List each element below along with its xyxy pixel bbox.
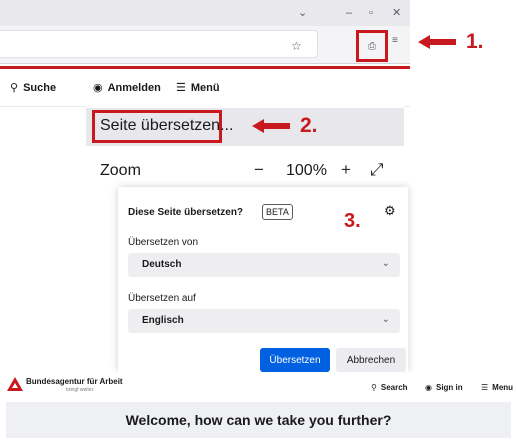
translate-dialog: Diese Seite übersetzen? BETA ⚙ Übersetze… xyxy=(118,187,408,372)
fullscreen-icon[interactable]: ⤢ xyxy=(370,160,384,180)
browser-titlebar: ⌄ – ▫ ✕ xyxy=(0,0,410,26)
callout-1: 1. xyxy=(466,30,484,53)
arrow-icon xyxy=(252,119,290,133)
cancel-button[interactable]: Abbrechen xyxy=(336,348,406,372)
translate-button[interactable]: ⎙ xyxy=(356,30,388,62)
translate-confirm-button[interactable]: Übersetzen xyxy=(260,348,330,372)
close-icon[interactable]: ✕ xyxy=(392,7,401,19)
minimize-icon[interactable]: – xyxy=(346,7,352,19)
menu-icon: ☰ xyxy=(481,383,489,392)
dialog-title: Diese Seite übersetzen? xyxy=(128,207,244,218)
nav-menu-label: Menü xyxy=(190,81,220,94)
chevron-down-icon: ⌄ xyxy=(381,258,390,269)
org-name: Bundesagentur für Arbeit xyxy=(26,377,123,386)
zoom-out-button[interactable]: − xyxy=(254,160,264,180)
arrow-icon xyxy=(418,35,456,49)
zoom-label: Zoom xyxy=(100,162,141,179)
to-language-value: Englisch xyxy=(142,315,184,326)
translate-icon: ⎙ xyxy=(368,40,376,52)
nav-menu[interactable]: ☰ Menü xyxy=(176,81,220,95)
tab-list-icon[interactable]: ⌄ xyxy=(298,7,307,19)
to-language-select[interactable]: Englisch ⌄ xyxy=(128,309,400,333)
callout-2: 2. xyxy=(300,114,318,137)
nav-search-en[interactable]: ⚲ Search xyxy=(371,383,408,392)
zoom-in-button[interactable]: + xyxy=(341,160,351,180)
nav-menu-en[interactable]: ☰ Menu xyxy=(481,383,513,392)
to-language-label: Übersetzen auf xyxy=(128,293,196,304)
nav-search[interactable]: ⚲ Suche xyxy=(10,81,57,95)
menu-item-translate-page[interactable]: Seite übersetzen... xyxy=(86,108,404,146)
nav-menu-en-label: Menu xyxy=(492,383,514,392)
nav-search-label: Suche xyxy=(23,81,57,94)
gear-icon[interactable]: ⚙ xyxy=(384,203,396,219)
org-slogan: bringt weiter. xyxy=(66,387,95,393)
menu-item-zoom: Zoom − 100% + ⤢ xyxy=(86,154,404,190)
callout-3: 3. xyxy=(344,210,361,232)
url-bar[interactable]: ☆ xyxy=(0,30,318,58)
user-icon: ◉ xyxy=(93,82,103,94)
nav-login-label: Anmelden xyxy=(107,81,161,94)
from-language-value: Deutsch xyxy=(142,259,182,270)
app-menu: Seite übersetzen... Zoom − 100% + ⤢ xyxy=(86,100,404,192)
nav-login[interactable]: ◉ Anmelden xyxy=(93,81,161,95)
nav-signin-en[interactable]: ◉ Sign in xyxy=(425,383,463,392)
chevron-down-icon: ⌄ xyxy=(381,314,390,325)
zoom-value[interactable]: 100% xyxy=(286,162,327,180)
translated-site-header: Bundesagentur für Arbeit bringt weiter. … xyxy=(0,372,517,402)
nav-signin-en-label: Sign in xyxy=(435,383,463,392)
ba-logo-icon xyxy=(7,377,23,391)
search-icon: ⚲ xyxy=(371,383,377,392)
menu-item-label: Seite übersetzen... xyxy=(100,117,234,134)
star-icon[interactable]: ☆ xyxy=(291,39,302,53)
welcome-heading: Welcome, how can we take you further? xyxy=(6,402,511,438)
from-language-select[interactable]: Deutsch ⌄ xyxy=(128,253,400,277)
search-icon: ⚲ xyxy=(10,82,19,94)
user-icon: ◉ xyxy=(425,383,432,392)
navigation-toolbar: ☆ xyxy=(0,26,410,64)
nav-search-en-label: Search xyxy=(380,383,408,392)
from-language-label: Übersetzen von xyxy=(128,237,199,248)
restore-icon[interactable]: ▫ xyxy=(369,7,373,19)
hamburger-icon[interactable]: ≡ xyxy=(392,35,398,46)
menu-icon: ☰ xyxy=(176,82,186,94)
beta-badge: BETA xyxy=(262,204,293,220)
